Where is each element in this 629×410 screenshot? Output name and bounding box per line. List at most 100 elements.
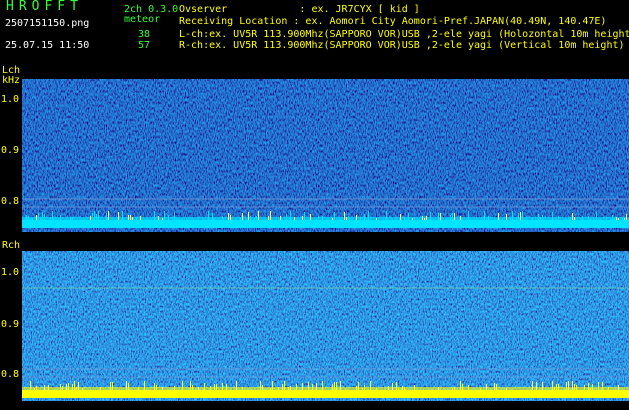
- carrier-spike: [50, 217, 51, 220]
- carrier-spike: [182, 381, 183, 390]
- carrier-spike: [34, 388, 35, 390]
- rch-waterfall: [22, 251, 629, 401]
- rch-carrier-fringe: [22, 387, 629, 390]
- carrier-spike: [90, 216, 91, 220]
- carrier-spike: [616, 217, 617, 220]
- carrier-spike: [30, 381, 31, 390]
- carrier-spike: [408, 213, 409, 220]
- carrier-spike: [268, 216, 269, 220]
- carrier-spike: [164, 211, 165, 220]
- carrier-spike: [364, 385, 365, 390]
- carrier-spike: [76, 387, 77, 390]
- carrier-spike: [28, 216, 29, 220]
- carrier-spike: [618, 385, 619, 390]
- carrier-spike: [412, 218, 413, 220]
- carrier-spike: [572, 381, 573, 390]
- carrier-spike: [566, 382, 567, 390]
- carrier-spike: [462, 384, 463, 390]
- carrier-spike: [404, 387, 405, 390]
- carrier-spike: [488, 216, 489, 220]
- carrier-spike: [282, 384, 283, 390]
- lch-unit-label: kHz: [2, 75, 21, 86]
- carrier-spike: [68, 383, 69, 390]
- waterfall-speckle: [22, 251, 629, 401]
- carrier-spike: [542, 215, 543, 220]
- carrier-spike: [92, 213, 93, 220]
- carrier-spike: [312, 384, 313, 390]
- carrier-spike: [98, 211, 99, 220]
- carrier-spike: [118, 212, 119, 220]
- carrier-spike: [334, 382, 335, 390]
- carrier-spike: [532, 381, 533, 390]
- carrier-spike: [622, 218, 623, 220]
- carrier-spike: [590, 388, 591, 390]
- carrier-spike: [212, 213, 213, 220]
- carrier-spike: [36, 215, 37, 220]
- carrier-spike: [558, 216, 559, 220]
- carrier-spike: [66, 384, 67, 390]
- carrier-spike: [552, 381, 553, 390]
- carrier-spike: [168, 215, 169, 220]
- carrier-spike: [190, 381, 191, 390]
- carrier-spike: [480, 388, 481, 390]
- carrier-spike: [310, 214, 311, 220]
- carrier-spike: [294, 217, 295, 220]
- carrier-spike: [290, 386, 291, 390]
- carrier-spike: [78, 382, 79, 390]
- carrier-spike: [460, 381, 461, 390]
- carrier-spike: [574, 217, 575, 220]
- lch-y-tick: 0.9: [1, 145, 20, 156]
- carrier-spike: [302, 383, 303, 390]
- carrier-spike: [262, 385, 263, 390]
- carrier-spike: [318, 216, 319, 220]
- carrier-spike: [346, 217, 347, 220]
- carrier-spike: [588, 216, 589, 220]
- carrier-spike: [368, 211, 369, 220]
- carrier-spike: [40, 218, 41, 220]
- carrier-spike: [608, 387, 609, 390]
- carrier-spike: [552, 212, 553, 220]
- app-title: HROFFT: [6, 0, 83, 14]
- carrier-spike: [602, 382, 603, 390]
- carrier-spike: [162, 387, 163, 390]
- carrier-spike: [454, 213, 455, 220]
- carrier-spike: [450, 215, 451, 220]
- carrier-spike: [174, 386, 175, 390]
- carrier-spike: [126, 381, 127, 390]
- carrier-spike: [570, 217, 571, 220]
- carrier-spike: [198, 387, 199, 390]
- carrier-spike: [340, 381, 341, 390]
- carrier-spike: [322, 381, 323, 390]
- carrier-spike: [222, 383, 223, 390]
- date-time: 25.07.15 11:50: [5, 40, 90, 51]
- carrier-spike: [494, 383, 495, 390]
- carrier-spike: [588, 383, 589, 390]
- carrier-spike: [44, 385, 45, 390]
- carrier-spike: [596, 212, 597, 220]
- carrier-spike: [216, 384, 217, 390]
- carrier-spike: [522, 211, 523, 220]
- carrier-spike: [304, 212, 305, 220]
- carrier-spike: [572, 213, 573, 220]
- carrier-spike: [364, 214, 365, 220]
- carrier-spike: [270, 388, 271, 390]
- carrier-spike: [568, 381, 569, 390]
- carrier-spike: [414, 217, 415, 220]
- carrier-spike: [536, 382, 537, 390]
- carrier-spike: [614, 218, 615, 220]
- carrier-spike: [260, 381, 261, 390]
- rch-y-tick: 0.8: [1, 369, 20, 380]
- carrier-spike: [396, 382, 397, 390]
- carrier-spike: [144, 381, 145, 390]
- lch-carrier-fringe: [22, 217, 629, 220]
- carrier-spike: [62, 386, 63, 390]
- carrier-spike: [280, 216, 281, 220]
- carrier-spike: [332, 218, 333, 220]
- carrier-spike: [404, 217, 405, 220]
- carrier-spike: [386, 211, 387, 220]
- carrier-spike: [512, 211, 513, 220]
- carrier-spike: [52, 211, 53, 220]
- carrier-spike: [290, 211, 291, 220]
- carrier-spike: [308, 382, 309, 390]
- carrier-spike: [392, 383, 393, 390]
